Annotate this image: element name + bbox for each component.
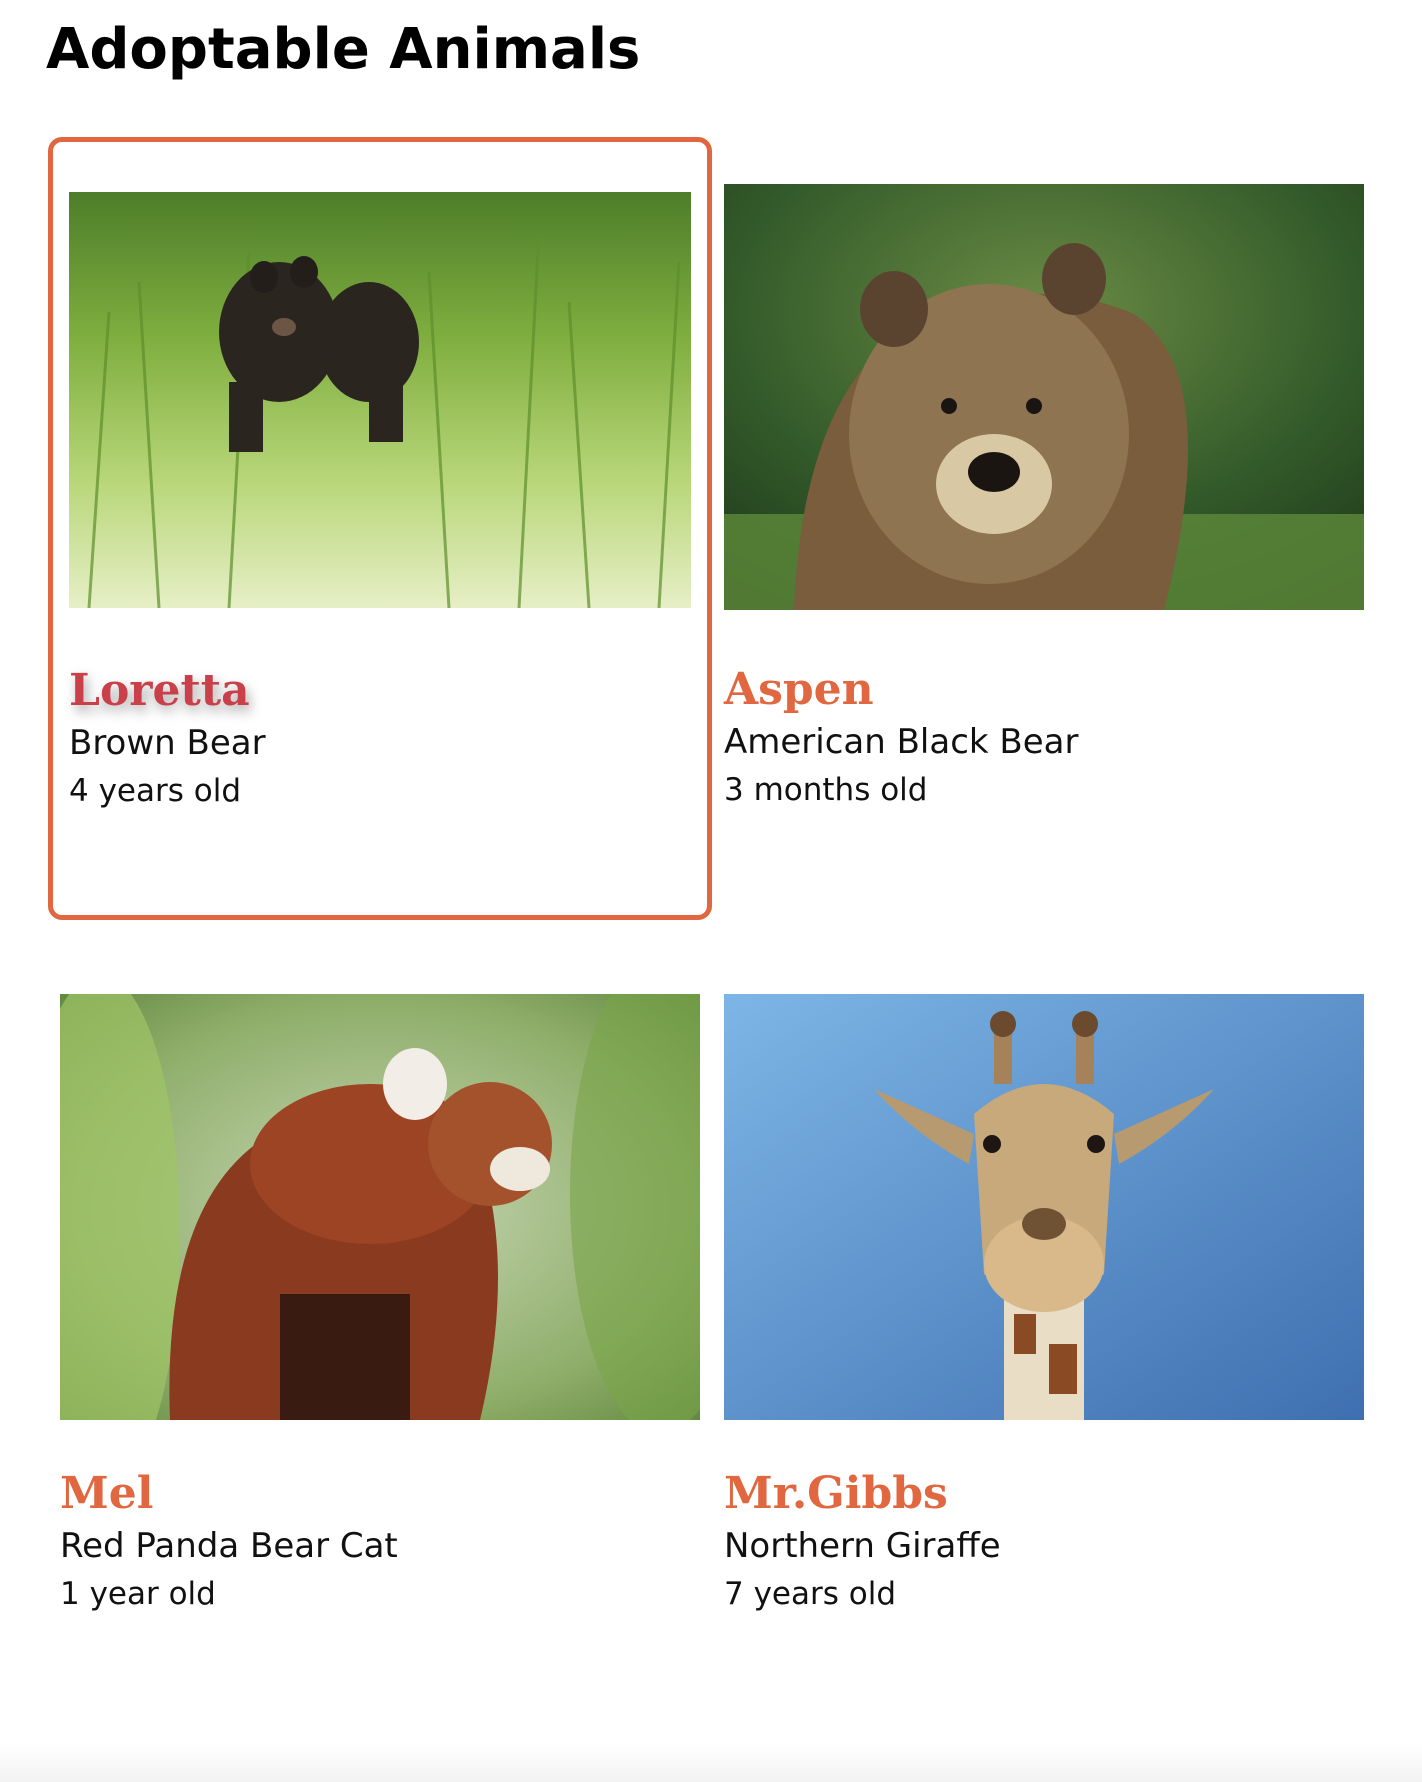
animal-age: 3 months old [724, 772, 928, 808]
animal-name[interactable]: Mel [60, 1466, 153, 1522]
animal-species: American Black Bear [724, 722, 1079, 762]
animal-photo-giraffe [724, 994, 1364, 1420]
page-title: Adoptable Animals [46, 17, 641, 82]
page-bottom-shade [0, 1742, 1422, 1782]
animal-name[interactable]: Loretta [69, 663, 250, 719]
animal-card-loretta[interactable]: Loretta Brown Bear 4 years old [48, 137, 712, 920]
animal-species: Northern Giraffe [724, 1526, 1001, 1566]
animal-card-mel[interactable]: Mel Red Panda Bear Cat 1 year old [60, 994, 700, 1634]
animal-age: 4 years old [69, 773, 241, 809]
animal-photo-grizzly-bear [724, 184, 1364, 610]
animal-species: Red Panda Bear Cat [60, 1526, 398, 1566]
animal-card-aspen[interactable]: Aspen American Black Bear 3 months old [724, 184, 1364, 824]
animal-photo-black-bear [69, 192, 691, 608]
animal-name[interactable]: Aspen [724, 662, 874, 718]
animal-species: Brown Bear [69, 723, 266, 763]
animal-name[interactable]: Mr.Gibbs [724, 1466, 948, 1522]
animal-photo-red-panda [60, 994, 700, 1420]
animal-age: 7 years old [724, 1576, 896, 1612]
animal-card-mr-gibbs[interactable]: Mr.Gibbs Northern Giraffe 7 years old [724, 994, 1364, 1634]
animal-age: 1 year old [60, 1576, 216, 1612]
